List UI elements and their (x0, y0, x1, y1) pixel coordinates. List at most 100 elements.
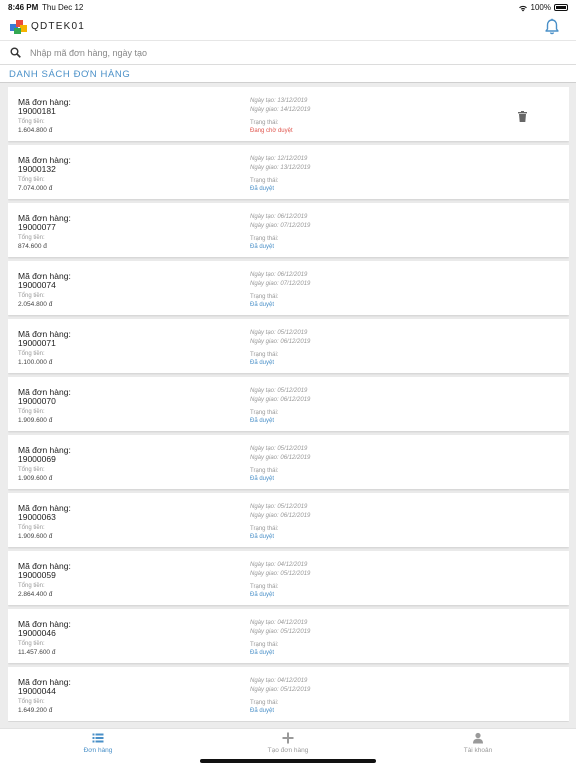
created-date: Ngày tạo: 04/12/2019 (250, 620, 308, 626)
order-card[interactable]: Mã đơn hàng: 19000074 Tổng tiền: 2.054.800 … (8, 261, 569, 315)
created-date: Ngày tạo: 04/12/2019 (250, 562, 308, 568)
order-code: 19000071 (18, 338, 56, 348)
order-card[interactable]: Mã đơn hàng: 19000077 Tổng tiền: 874.600 đN… (8, 203, 569, 257)
order-total: 1.909.600 đ (18, 417, 53, 424)
status-label: Trạng thái: (250, 120, 279, 126)
tab-account[interactable]: Tài khoản (418, 732, 538, 758)
app-header: QDTEK01 (0, 14, 576, 40)
delivery-date: Ngày giao: 06/12/2019 (250, 339, 311, 345)
created-date: Ngày tạo: 05/12/2019 (250, 446, 308, 452)
delivery-date: Ngày giao: 07/12/2019 (250, 223, 311, 229)
order-total: 2.864.400 đ (18, 591, 53, 598)
order-list[interactable]: Mã đơn hàng: 19000181 Tổng tiền: 1.604.800 … (8, 87, 569, 722)
order-card[interactable]: Mã đơn hàng: 19000059 Tổng tiền: 2.864.400 … (8, 551, 569, 605)
order-status: Đã duyệt (250, 302, 275, 308)
status-label: Trạng thái: (250, 352, 279, 358)
battery-icon (554, 4, 568, 11)
list-icon (92, 733, 104, 743)
delivery-date: Ngày giao: 05/12/2019 (250, 571, 311, 577)
order-card[interactable]: Mã đơn hàng: 19000046 Tổng tiền: 11.457.600… (8, 609, 569, 663)
search-icon (10, 47, 21, 58)
total-label: Tổng tiền: (18, 583, 45, 589)
order-card[interactable]: Mã đơn hàng: 19000070 Tổng tiền: 1.909.600 … (8, 377, 569, 431)
status-time: 8:46 PM (8, 3, 39, 12)
order-code: 19000046 (18, 628, 56, 638)
created-date: Ngày tạo: 05/12/2019 (250, 388, 308, 394)
order-status: Đã duyệt (250, 476, 275, 482)
total-label: Tổng tiền: (18, 409, 45, 415)
total-label: Tổng tiền: (18, 235, 45, 241)
tab-create-order-label: Tạo đơn hàng (267, 747, 309, 754)
status-date: Thu Dec 12 (42, 3, 84, 12)
status-label: Trạng thái: (250, 178, 279, 184)
order-total: 1.909.600 đ (18, 533, 53, 540)
section-title: DANH SÁCH ĐƠN HÀNG (0, 64, 576, 83)
order-code: 19000181 (18, 106, 56, 116)
created-date: Ngày tạo: 13/12/2019 (250, 98, 308, 104)
created-date: Ngày tạo: 12/12/2019 (250, 156, 308, 162)
order-card[interactable]: Mã đơn hàng: 19000044 Tổng tiền: 1.649.200 … (8, 667, 569, 721)
order-code: 19000044 (18, 686, 56, 696)
created-date: Ngày tạo: 05/12/2019 (250, 330, 308, 336)
order-status: Đã duyệt (250, 244, 275, 250)
wifi-icon (518, 5, 527, 11)
home-indicator (200, 759, 376, 763)
trash-icon[interactable] (518, 111, 527, 122)
status-label: Trạng thái: (250, 700, 279, 706)
status-right: 100% (518, 3, 568, 12)
order-status: Đang chờ duyệt (250, 128, 293, 134)
status-label: Trạng thái: (250, 410, 279, 416)
order-total: 1.100.000 đ (18, 359, 53, 366)
total-label: Tổng tiền: (18, 699, 45, 705)
total-label: Tổng tiền: (18, 525, 45, 531)
order-status: Đã duyệt (250, 534, 275, 540)
delivery-date: Ngày giao: 14/12/2019 (250, 107, 311, 113)
tab-orders[interactable]: Đơn hàng (38, 732, 158, 758)
tab-orders-label: Đơn hàng (83, 747, 113, 754)
delivery-date: Ngày giao: 06/12/2019 (250, 455, 311, 461)
order-total: 2.054.800 đ (18, 301, 53, 308)
order-status: Đã duyệt (250, 708, 275, 714)
order-total: 1.909.600 đ (18, 475, 53, 482)
user-icon (473, 732, 483, 744)
tab-create-order[interactable]: Tạo đơn hàng (228, 732, 348, 758)
order-card[interactable]: Mã đơn hàng: 19000069 Tổng tiền: 1.909.600 … (8, 435, 569, 489)
order-status: Đã duyệt (250, 186, 275, 192)
battery-percent: 100% (530, 3, 551, 12)
search-input[interactable] (30, 45, 550, 61)
order-code: 19000077 (18, 222, 56, 232)
order-card[interactable]: Mã đơn hàng: 19000063 Tổng tiền: 1.909.600 … (8, 493, 569, 547)
order-code: 19000069 (18, 454, 56, 464)
order-card[interactable]: Mã đơn hàng: 19000132 Tổng tiền: 7.074.000 … (8, 145, 569, 199)
order-total: 7.074.000 đ (18, 185, 53, 192)
order-card[interactable]: Mã đơn hàng: 19000071 Tổng tiền: 1.100.000 … (8, 319, 569, 373)
order-status: Đã duyệt (250, 360, 275, 366)
total-label: Tổng tiền: (18, 293, 45, 299)
created-date: Ngày tạo: 06/12/2019 (250, 214, 308, 220)
status-label: Trạng thái: (250, 526, 279, 532)
app-brand: QDTEK01 (31, 21, 85, 32)
order-status: Đã duyệt (250, 418, 275, 424)
delivery-date: Ngày giao: 13/12/2019 (250, 165, 311, 171)
order-code: 19000070 (18, 396, 56, 406)
status-bar: 8:46 PM Thu Dec 12 100% (0, 0, 576, 14)
bell-icon[interactable] (544, 18, 560, 35)
status-label: Trạng thái: (250, 294, 279, 300)
created-date: Ngày tạo: 06/12/2019 (250, 272, 308, 278)
total-label: Tổng tiền: (18, 641, 45, 647)
order-total: 1.604.800 đ (18, 127, 53, 134)
order-total: 874.600 đ (18, 243, 47, 250)
status-label: Trạng thái: (250, 642, 279, 648)
delivery-date: Ngày giao: 06/12/2019 (250, 513, 311, 519)
total-label: Tổng tiền: (18, 119, 45, 125)
search-bar (0, 40, 576, 64)
order-code: 19000059 (18, 570, 56, 580)
delivery-date: Ngày giao: 05/12/2019 (250, 687, 311, 693)
order-card[interactable]: Mã đơn hàng: 19000181 Tổng tiền: 1.604.800 … (8, 87, 569, 141)
order-code: 19000074 (18, 280, 56, 290)
status-label: Trạng thái: (250, 236, 279, 242)
status-label: Trạng thái: (250, 584, 279, 590)
created-date: Ngày tạo: 05/12/2019 (250, 504, 308, 510)
delivery-date: Ngày giao: 06/12/2019 (250, 397, 311, 403)
total-label: Tổng tiền: (18, 467, 45, 473)
